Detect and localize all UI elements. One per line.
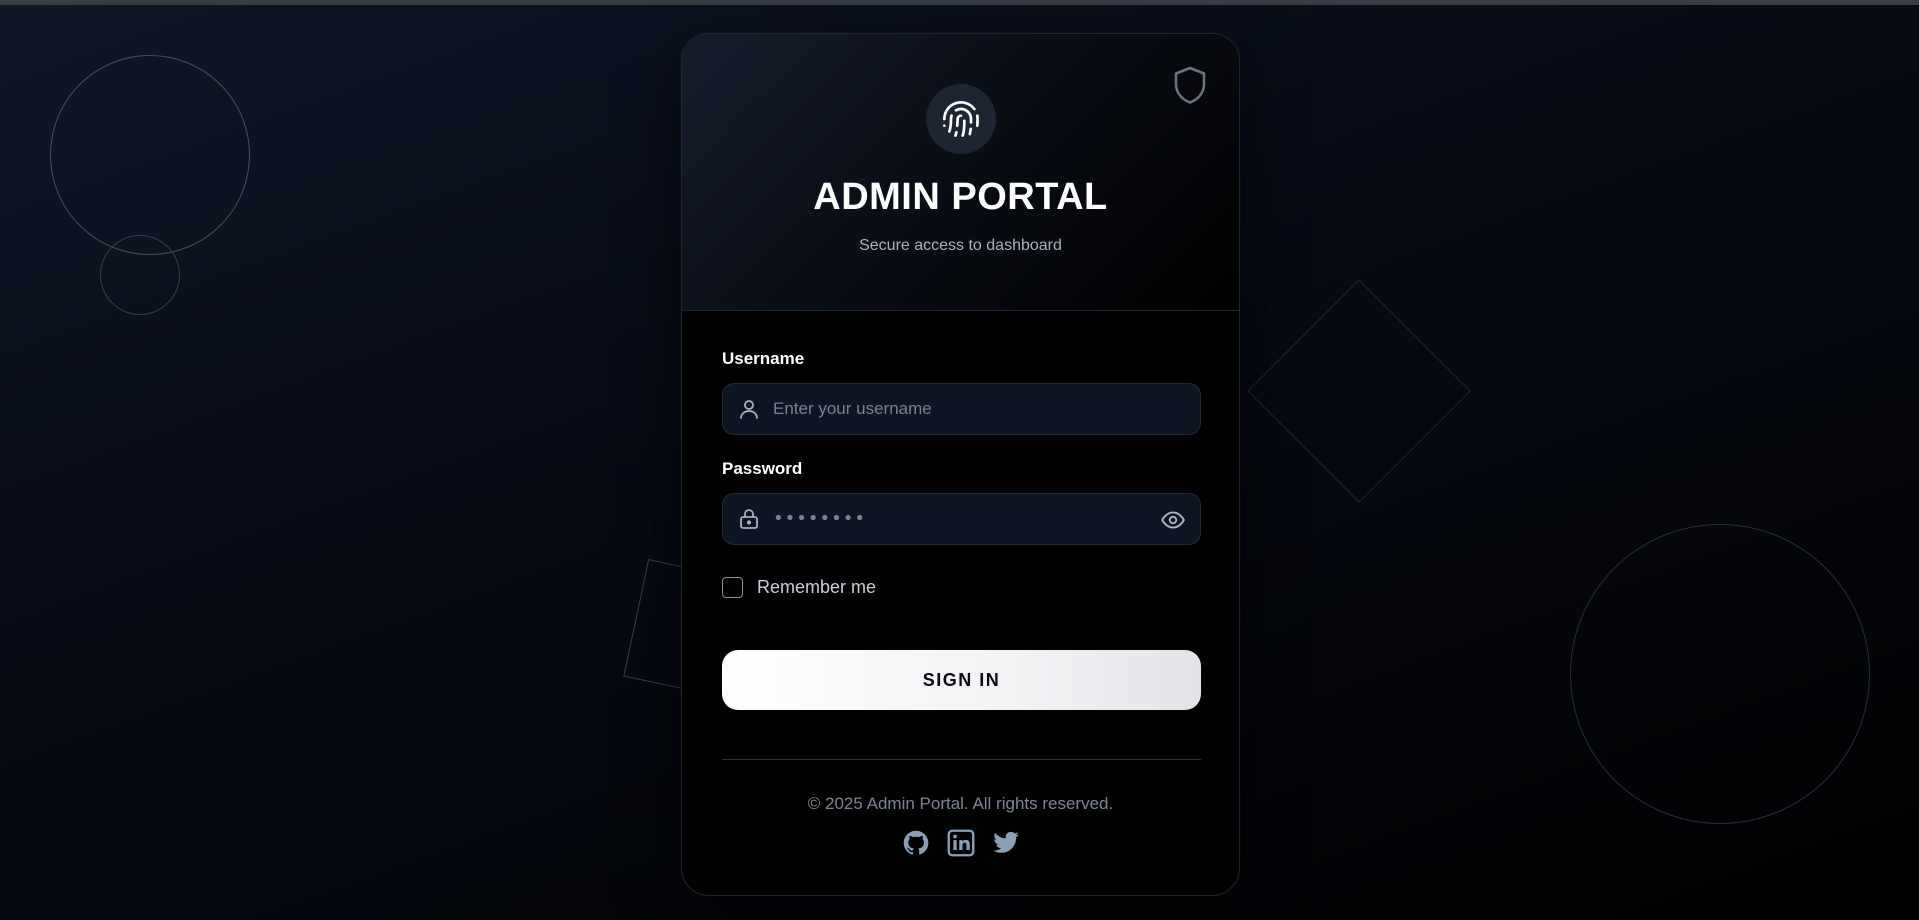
decorative-circle: [100, 235, 180, 315]
decorative-diamond: [1247, 279, 1471, 503]
fingerprint-icon: [943, 101, 979, 138]
linkedin-link[interactable]: [947, 829, 975, 857]
social-links: [682, 829, 1239, 857]
twitter-link[interactable]: [992, 829, 1020, 857]
password-field[interactable]: ••••••••: [722, 493, 1201, 545]
footer-divider: [722, 759, 1201, 760]
shield-icon: [1174, 66, 1206, 104]
card-header: ADMIN PORTAL Secure access to dashboard: [682, 34, 1239, 311]
window-top-bar: [0, 0, 1919, 5]
lock-icon: [740, 509, 758, 529]
sign-in-button[interactable]: SIGN IN: [722, 650, 1201, 710]
password-input[interactable]: ••••••••: [773, 508, 866, 529]
eye-icon[interactable]: [1160, 507, 1186, 533]
decorative-circle: [1570, 524, 1870, 824]
user-icon: [740, 400, 758, 419]
fingerprint-badge: [926, 84, 996, 154]
linkedin-icon: [947, 829, 974, 857]
github-icon: [903, 830, 928, 855]
copyright-text: © 2025 Admin Portal. All rights reserved…: [807, 794, 1114, 813]
page-subtitle: Secure access to dashboard: [859, 237, 1062, 254]
twitter-icon: [992, 831, 1019, 853]
page-title: ADMIN PORTAL: [813, 176, 1108, 218]
remember-me-checkbox[interactable]: [722, 577, 743, 598]
username-field[interactable]: [722, 383, 1201, 435]
remember-me-label[interactable]: Remember me: [757, 577, 876, 598]
login-card: ADMIN PORTAL Secure access to dashboard …: [681, 33, 1240, 896]
decorative-circle: [50, 55, 250, 255]
remember-me-row[interactable]: Remember me: [722, 577, 876, 598]
github-link[interactable]: [902, 829, 930, 857]
username-input[interactable]: [773, 384, 1153, 434]
username-label: Username: [722, 349, 805, 368]
password-label: Password: [722, 459, 803, 478]
